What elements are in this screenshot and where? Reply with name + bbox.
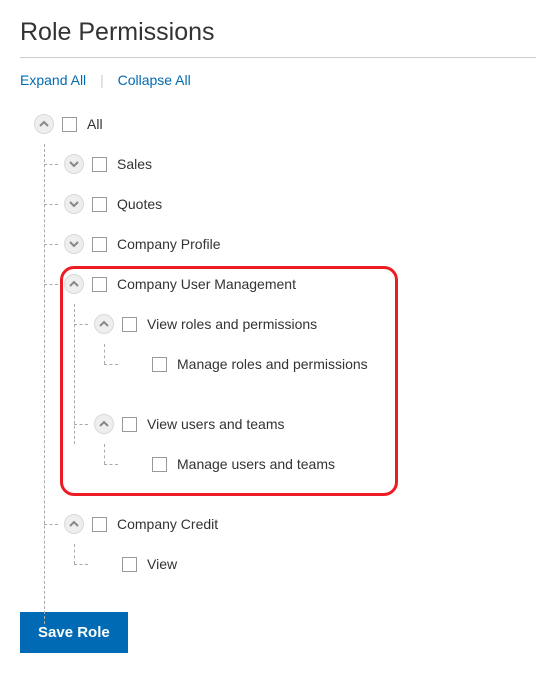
tree-node-manage-roles: Manage roles and permissions: [124, 344, 536, 384]
checkbox-manage-roles[interactable]: [152, 357, 167, 372]
action-separator: |: [100, 72, 104, 88]
tree-node-all: All Sales: [34, 104, 536, 584]
tree-node-view-users: View users and teams Manage users and te…: [94, 404, 536, 484]
checkbox-manage-users[interactable]: [152, 457, 167, 472]
node-label: View users and teams: [147, 416, 284, 432]
tree-actions: Expand All | Collapse All: [20, 72, 536, 88]
expand-all-link[interactable]: Expand All: [20, 72, 86, 88]
checkbox-all[interactable]: [62, 117, 77, 132]
chevron-up-icon[interactable]: [64, 514, 84, 534]
checkbox-view-roles[interactable]: [122, 317, 137, 332]
tree-node-manage-users: Manage users and teams: [124, 444, 536, 484]
node-label: Quotes: [117, 196, 162, 212]
node-label: Company Credit: [117, 516, 218, 532]
node-label: Manage users and teams: [177, 456, 335, 472]
chevron-up-icon[interactable]: [34, 114, 54, 134]
node-label: Sales: [117, 156, 152, 172]
checkbox-company-credit[interactable]: [92, 517, 107, 532]
node-label: View: [147, 556, 177, 572]
chevron-down-icon[interactable]: [64, 234, 84, 254]
chevron-down-icon[interactable]: [64, 194, 84, 214]
tree-node-view-roles: View roles and permissions Manage roles …: [94, 304, 536, 384]
node-label: View roles and permissions: [147, 316, 317, 332]
node-label: Company User Management: [117, 276, 296, 292]
checkbox-view-users[interactable]: [122, 417, 137, 432]
checkbox-view[interactable]: [122, 557, 137, 572]
checkbox-company-profile[interactable]: [92, 237, 107, 252]
tree-node-view: View: [94, 544, 536, 584]
chevron-down-icon[interactable]: [64, 154, 84, 174]
tree-node-quotes: Quotes: [64, 184, 536, 224]
tree-node-company-user-management: Company User Management View roles and p…: [64, 264, 536, 484]
checkbox-company-user-management[interactable]: [92, 277, 107, 292]
node-label: Manage roles and permissions: [177, 356, 368, 372]
tree-node-sales: Sales: [64, 144, 536, 184]
tree-node-company-profile: Company Profile: [64, 224, 536, 264]
chevron-up-icon[interactable]: [94, 314, 114, 334]
checkbox-sales[interactable]: [92, 157, 107, 172]
chevron-up-icon[interactable]: [64, 274, 84, 294]
node-label: All: [87, 116, 103, 132]
chevron-up-icon[interactable]: [94, 414, 114, 434]
save-role-button[interactable]: Save Role: [20, 612, 128, 653]
page-title: Role Permissions: [20, 18, 536, 47]
checkbox-quotes[interactable]: [92, 197, 107, 212]
divider: [20, 57, 536, 58]
collapse-all-link[interactable]: Collapse All: [118, 72, 191, 88]
tree-node-company-credit: Company Credit View: [64, 504, 536, 584]
permission-tree: All Sales: [34, 104, 536, 584]
node-label: Company Profile: [117, 236, 221, 252]
